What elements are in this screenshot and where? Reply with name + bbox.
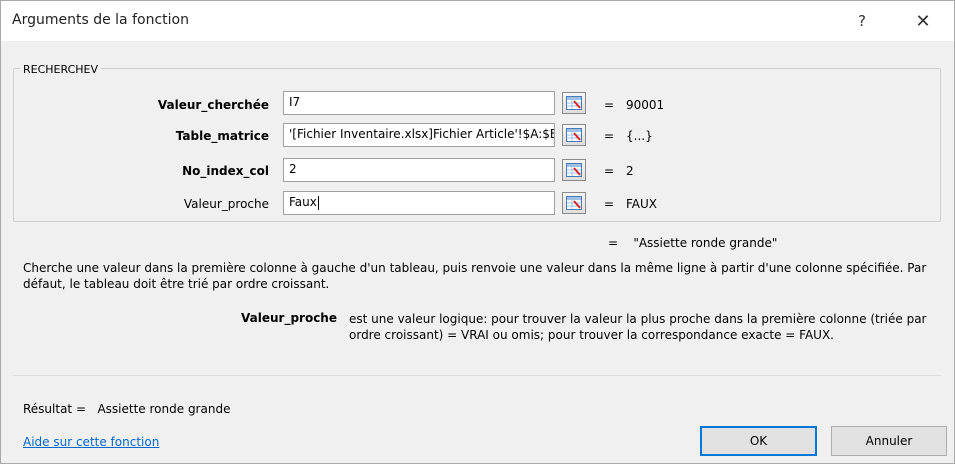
parameter-help-text: est une valeur logique: pour trouver la … — [349, 312, 927, 342]
arg-input-table-matrice[interactable]: '[Fichier Inventaire.xlsx]Fichier Articl… — [283, 123, 555, 147]
range-selector-button[interactable] — [562, 124, 586, 146]
arg-label-valeur-proche: Valeur_proche — [183, 197, 269, 211]
range-selector-icon — [566, 128, 582, 142]
range-selector-icon — [566, 196, 582, 210]
arg-label-no-index-col: No_index_col — [182, 164, 269, 178]
text-caret — [317, 195, 319, 210]
range-selector-icon — [566, 163, 582, 177]
parameter-help-name: Valeur_proche — [241, 311, 337, 325]
equals-sign: = — [604, 129, 615, 143]
close-button[interactable]: ✕ — [906, 7, 940, 35]
separator — [13, 375, 941, 376]
range-selector-icon — [566, 96, 582, 110]
ok-button[interactable]: OK — [700, 426, 817, 456]
cancel-button[interactable]: Annuler — [831, 426, 947, 456]
dialog-title: Arguments de la fonction — [12, 12, 189, 28]
range-selector-button[interactable] — [562, 92, 586, 114]
result-label: Résultat = — [23, 402, 87, 416]
arg-result-valeur-cherchee: 90001 — [626, 98, 665, 112]
arg-result-no-index-col: 2 — [626, 164, 634, 178]
arg-input-no-index-col[interactable]: 2 — [283, 158, 555, 182]
result-value: Assiette ronde grande — [97, 402, 231, 416]
help-link[interactable]: Aide sur cette fonction — [23, 435, 159, 449]
range-selector-button[interactable] — [562, 159, 586, 181]
formula-result: = "Assiette ronde grande" — [608, 236, 777, 250]
arg-label-table-matrice: Table_matrice — [175, 129, 269, 143]
equals-sign: = — [604, 98, 615, 112]
equals-sign: = — [604, 197, 615, 211]
range-selector-button[interactable] — [562, 192, 586, 214]
equals-sign: = — [608, 236, 619, 250]
arg-label-valeur-cherchee: Valeur_cherchée — [157, 98, 269, 112]
arg-input-valeur-cherchee[interactable]: I7 — [283, 91, 555, 115]
help-button[interactable]: ? — [845, 7, 879, 35]
title-bar: Arguments de la fonction ? ✕ — [1, 1, 954, 41]
arg-result-table-matrice: {...} — [626, 129, 653, 143]
function-name: RECHERCHEV — [20, 63, 102, 76]
result-line: Résultat = Assiette ronde grande — [23, 402, 230, 416]
equals-sign: = — [604, 164, 615, 178]
function-arguments-dialog: Arguments de la fonction ? ✕ RECHERCHEV … — [0, 0, 955, 464]
arg-input-valeur-proche[interactable]: Faux — [283, 191, 555, 215]
function-description: Cherche une valeur dans la première colo… — [23, 261, 927, 291]
arg-result-valeur-proche: FAUX — [626, 197, 658, 211]
formula-result-value: "Assiette ronde grande" — [633, 236, 778, 250]
arg-input-valeur-proche-text: Faux — [289, 195, 317, 209]
